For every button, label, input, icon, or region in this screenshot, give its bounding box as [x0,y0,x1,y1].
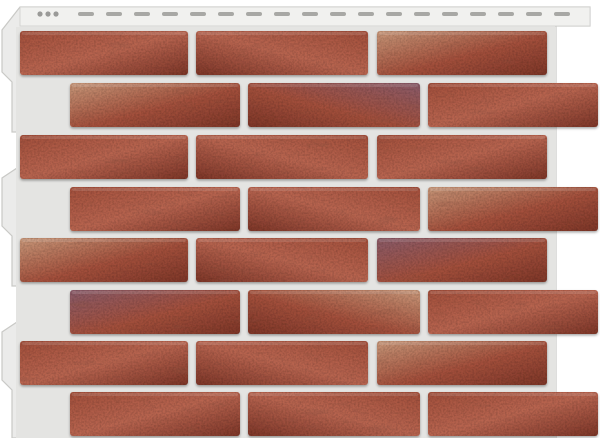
nail-hole [45,11,51,17]
brick-highlight [379,32,545,35]
brick-highlight [379,239,545,242]
nail-slot [246,12,262,16]
brick-highlight [22,32,186,35]
brick-cracks [428,83,598,127]
brick [377,135,547,179]
brick-cracks [428,290,598,334]
brick-cracks [428,187,598,231]
brick-highlight [430,188,596,191]
brick [70,392,240,436]
brick-cracks [248,392,420,436]
brick-cracks [70,187,240,231]
brick [428,83,598,127]
brick-highlight [250,393,418,396]
brick [248,187,420,231]
brick [248,290,420,334]
brick [196,31,368,75]
brick-highlight [72,291,238,294]
brick [428,392,598,436]
brick-highlight [250,84,418,87]
brick-highlight [430,84,596,87]
brick-cracks [377,31,547,75]
brick [196,135,368,179]
nail-slot [78,12,94,16]
brick-highlight [379,342,545,345]
brick-cracks [377,135,547,179]
brick-highlight [198,32,366,35]
brick-cracks [70,83,240,127]
nail-slot [302,12,318,16]
brick [377,238,547,282]
nail-hole [53,11,59,17]
nail-slot [358,12,374,16]
nail-slot [190,12,206,16]
brick-cracks [20,135,188,179]
brick-cracks [377,238,547,282]
brick [20,341,188,385]
brick-highlight [379,136,545,139]
brick-highlight [198,136,366,139]
brick-highlight [72,393,238,396]
brick-highlight [72,84,238,87]
brick [248,83,420,127]
brick [196,238,368,282]
brick [428,187,598,231]
brick [70,83,240,127]
brick-cracks [20,341,188,385]
brick-highlight [430,393,596,396]
brick [428,290,598,334]
brick-highlight [430,291,596,294]
brick-highlight [22,239,186,242]
nail-hole [37,11,43,17]
frame-top-strip [19,6,591,27]
nail-slot [526,12,542,16]
brick-cracks [196,238,368,282]
brick [20,135,188,179]
nail-slot [554,12,570,16]
brick [70,187,240,231]
brick-cracks [377,341,547,385]
nail-slot [414,12,430,16]
brick-panel-image [0,0,600,438]
brick-highlight [198,239,366,242]
brick-highlight [72,188,238,191]
nail-slot [470,12,486,16]
brick-cracks [248,187,420,231]
brick-cracks [196,31,368,75]
brick-highlight [22,342,186,345]
nail-slot [330,12,346,16]
brick-cracks [70,290,240,334]
brick [20,31,188,75]
nail-slot [386,12,402,16]
nail-slot [498,12,514,16]
nail-slot [442,12,458,16]
brick [377,341,547,385]
brick-highlight [250,188,418,191]
brick-cracks [20,31,188,75]
brick [196,341,368,385]
brick-cracks [70,392,240,436]
brick-cracks [248,83,420,127]
brick-cracks [248,290,420,334]
brick-highlight [22,136,186,139]
brick [20,238,188,282]
brick-cracks [196,135,368,179]
nail-slot [134,12,150,16]
nail-slot [162,12,178,16]
nail-slot [106,12,122,16]
nail-slot [274,12,290,16]
nail-slot [218,12,234,16]
brick [248,392,420,436]
brick-cracks [428,392,598,436]
brick-highlight [250,291,418,294]
brick-highlight [198,342,366,345]
brick-panel [1,6,598,438]
brick [70,290,240,334]
brick-cracks [196,341,368,385]
brick [377,31,547,75]
brick-cracks [20,238,188,282]
